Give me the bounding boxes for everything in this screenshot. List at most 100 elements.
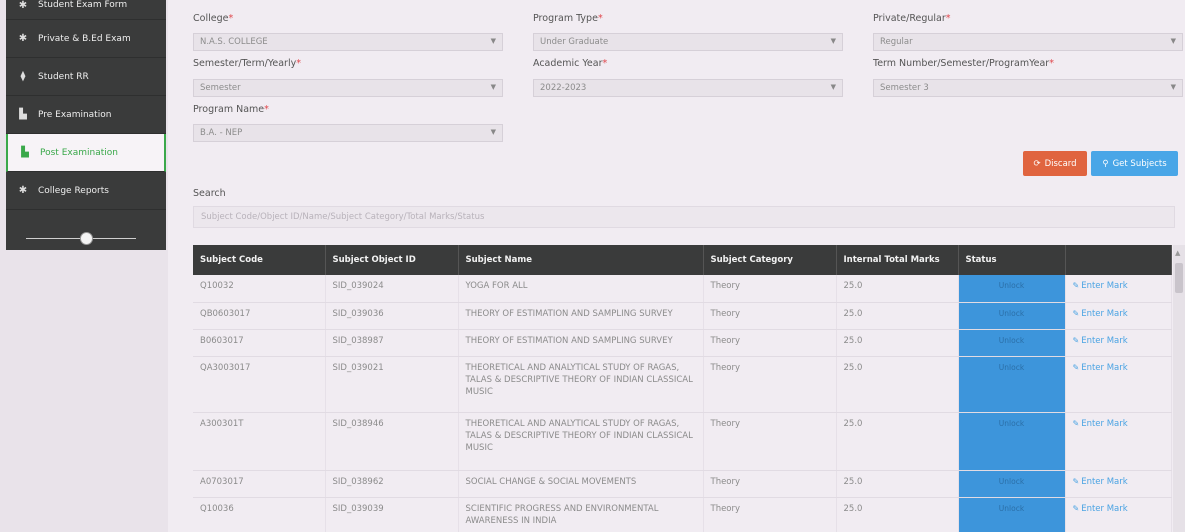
discard-button-label: Discard [1044,158,1077,169]
table-row: QA3003017 SID_039021 THEORETICAL AND ANA… [193,356,1172,413]
enter-mark-link[interactable]: ✎ Enter Mark [1065,497,1172,532]
status-badge: Unlock [958,470,1066,498]
pencil-icon: ✎ [1072,503,1080,513]
chevron-down-icon: ▼ [490,37,496,45]
column-header[interactable]: Subject Object ID [325,245,459,275]
pencil-icon: ✎ [1072,281,1080,290]
refresh-icon: ⟳ [1033,158,1041,169]
table-row: A300301T SID_038946 THEORETICAL AND ANAL… [193,412,1172,471]
table-scrollbar[interactable]: ▲ [1173,245,1185,532]
internal-total-marks-cell: 25.0 [836,412,959,471]
subject-code-cell: QA3003017 [193,356,326,413]
table-row: B0603017 SID_038987 THEORY OF ESTIMATION… [193,329,1172,357]
term-number-select-value: Semester 3 [880,83,929,93]
get-subjects-button[interactable]: ⚲ Get Subjects [1091,151,1178,176]
pin-icon: ⧫ [20,71,26,82]
copy-icon: ▙ [19,109,27,120]
column-header[interactable]: Internal Total Marks [836,245,959,275]
academic-year-label: Academic Year* [533,58,607,69]
subject-object-id-cell: SID_039021 [325,356,459,413]
enter-mark-link[interactable]: ✎ Enter Mark [1065,275,1172,303]
enter-mark-link[interactable]: ✎ Enter Mark [1065,470,1172,498]
college-label: College* [193,13,233,24]
subject-name-cell: SOCIAL CHANGE & SOCIAL MOVEMENTS [458,470,704,498]
program-name-select-value: B.A. - NEP [200,128,243,138]
pencil-icon: ✎ [1072,362,1080,372]
status-badge: Unlock [958,356,1066,413]
semester-select[interactable]: Semester ▼ [193,79,503,97]
required-mark: * [945,13,951,24]
table-row: QB0603017 SID_039036 THEORY OF ESTIMATIO… [193,302,1172,330]
sidebar-item-student-exam-form[interactable]: ✱ Student Exam Form [6,0,166,20]
scrollbar-thumb[interactable] [1175,263,1183,293]
academic-year-select[interactable]: 2022-2023 ▼ [533,79,843,97]
required-mark: * [296,58,301,69]
private-regular-select[interactable]: Regular ▼ [873,33,1183,51]
enter-mark-label: Enter Mark [1081,362,1128,373]
asterisk-icon: ✱ [18,33,28,44]
program-type-select-value: Under Graduate [540,37,609,47]
academic-year-label-text: Academic Year [533,58,603,69]
private-regular-label: Private/Regular* [873,13,951,24]
asterisk-icon: ✱ [18,185,28,196]
enter-mark-link[interactable]: ✎ Enter Mark [1065,356,1172,413]
subject-code-cell: Q10036 [193,497,326,532]
enter-mark-link[interactable]: ✎ Enter Mark [1065,412,1172,471]
column-header[interactable]: Status [958,245,1066,275]
pencil-icon: ✎ [1072,418,1080,428]
table-row: A0703017 SID_038962 SOCIAL CHANGE & SOCI… [193,470,1172,498]
sidebar-item-student-rr[interactable]: ⧫ Student RR [6,58,166,96]
sidebar-item-private-bed-exam[interactable]: ✱ Private & B.Ed Exam [6,20,166,58]
sidebar-item-post-examination[interactable]: ▙ Post Examination [6,134,166,172]
copy-icon: ▙ [21,147,29,158]
enter-mark-link[interactable]: ✎ Enter Mark [1065,302,1172,330]
chevron-down-icon: ▼ [490,128,496,136]
enter-mark-label: Enter Mark [1081,281,1128,291]
sidebar-item-label: Private & B.Ed Exam [38,33,131,44]
sidebar: ✱ Student Exam Form ✱ Private & B.Ed Exa… [0,0,168,532]
subject-object-id-cell: SID_039039 [325,497,459,532]
sidebar-item-label: Pre Examination [38,109,112,120]
subject-name-cell: THEORETICAL AND ANALYTICAL STUDY OF RAGA… [458,412,704,471]
column-header[interactable]: Subject Code [193,245,326,275]
status-badge: Unlock [958,497,1066,532]
subject-category-cell: Theory [703,497,837,532]
table-row: Q10036 SID_039039 SCIENTIFIC PROGRESS AN… [193,497,1172,532]
subject-category-cell: Theory [703,412,837,471]
subject-name-cell: THEORY OF ESTIMATION AND SAMPLING SURVEY [458,329,704,357]
subject-code-cell: QB0603017 [193,302,326,330]
term-number-select[interactable]: Semester 3 ▼ [873,79,1183,97]
enter-mark-label: Enter Mark [1081,335,1128,346]
discard-button[interactable]: ⟳ Discard [1023,151,1087,176]
sidebar-item-college-reports[interactable]: ✱ College Reports [6,172,166,210]
column-header [1065,245,1172,275]
enter-mark-link[interactable]: ✎ Enter Mark [1065,329,1172,357]
term-number-label-text: Term Number/Semester/ProgramYear [873,58,1050,69]
semester-label: Semester/Term/Yearly* [193,58,301,69]
column-header[interactable]: Subject Category [703,245,837,275]
subject-code-cell: A0703017 [193,470,326,498]
internal-total-marks-cell: 25.0 [836,356,959,413]
status-badge: Unlock [958,412,1066,471]
subject-object-id-cell: SID_039036 [325,302,459,330]
required-mark: * [264,104,269,115]
status-badge: Unlock [958,329,1066,357]
program-name-select[interactable]: B.A. - NEP ▼ [193,124,503,142]
pencil-icon: ✎ [1072,476,1080,486]
pencil-icon: ✎ [1072,308,1080,318]
program-type-select[interactable]: Under Graduate ▼ [533,33,843,51]
column-header[interactable]: Subject Name [458,245,704,275]
chevron-up-icon[interactable]: ▲ [1175,249,1180,257]
status-badge: Unlock [958,302,1066,330]
internal-total-marks-cell: 25.0 [836,302,959,330]
table-header-row: Subject Code Subject Object ID Subject N… [193,245,1172,275]
sidebar-collapse-handle[interactable] [80,232,93,245]
subject-object-id-cell: SID_038946 [325,412,459,471]
college-select[interactable]: N.A.S. COLLEGE ▼ [193,33,503,51]
enter-mark-label: Enter Mark [1081,503,1128,514]
program-type-label-text: Program Type [533,13,598,24]
subject-name-cell: THEORY OF ESTIMATION AND SAMPLING SURVEY [458,302,704,330]
sidebar-item-pre-examination[interactable]: ▙ Pre Examination [6,96,166,134]
private-regular-select-value: Regular [880,37,913,47]
search-input[interactable]: Subject Code/Object ID/Name/Subject Cate… [193,206,1175,228]
